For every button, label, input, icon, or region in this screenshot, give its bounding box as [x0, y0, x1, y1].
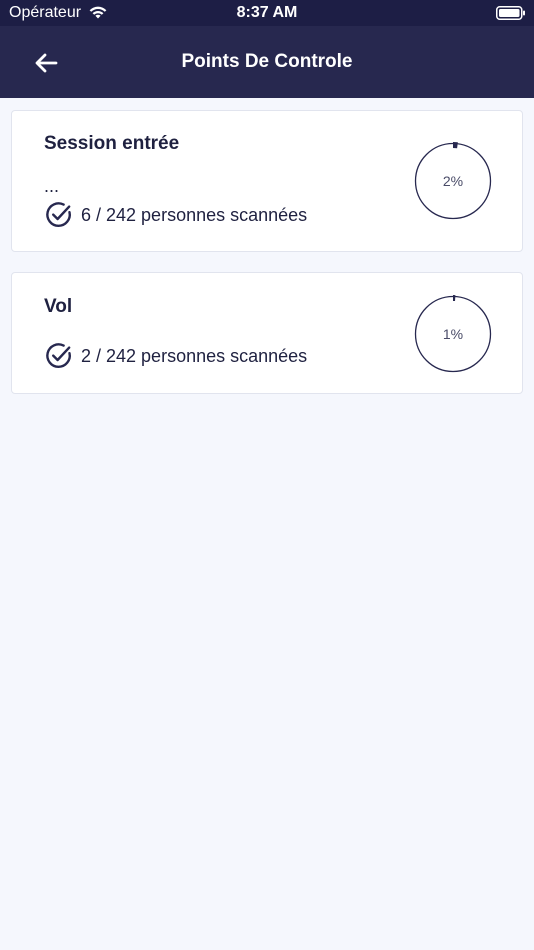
progress-gauge: 2%	[413, 141, 493, 221]
progress-gauge: 1%	[413, 294, 493, 374]
scan-count-text: 2 / 242 personnes scannées	[81, 345, 308, 366]
battery-icon	[496, 6, 525, 20]
check-circle-icon	[46, 202, 71, 227]
checkpoint-card[interactable]: Session entrée ... 6 / 242 personnes sca…	[11, 110, 523, 252]
check-circle-icon	[46, 343, 71, 368]
checkpoint-title: Session entrée	[44, 133, 180, 154]
scan-count-row: 2 / 242 personnes scannées	[44, 341, 307, 371]
checkpoint-subtitle: ...	[44, 176, 60, 196]
progress-percent: 1%	[442, 326, 464, 342]
progress-percent: 2%	[442, 173, 464, 189]
checkpoint-title: Vol	[44, 296, 73, 317]
page-title: Points De Controle	[181, 51, 353, 72]
checkpoint-card[interactable]: Vol 2 / 242 personnes scannées 1%	[11, 272, 523, 394]
status-time: 8:37 AM	[236, 4, 298, 21]
scan-count-text: 6 / 242 personnes scannées	[81, 204, 308, 225]
scan-count-row: 6 / 242 personnes scannées	[44, 200, 307, 230]
app-header: Opérateur 8:37 AM Points De Controle	[0, 0, 534, 98]
status-bar: Opérateur 8:37 AM	[0, 0, 534, 26]
